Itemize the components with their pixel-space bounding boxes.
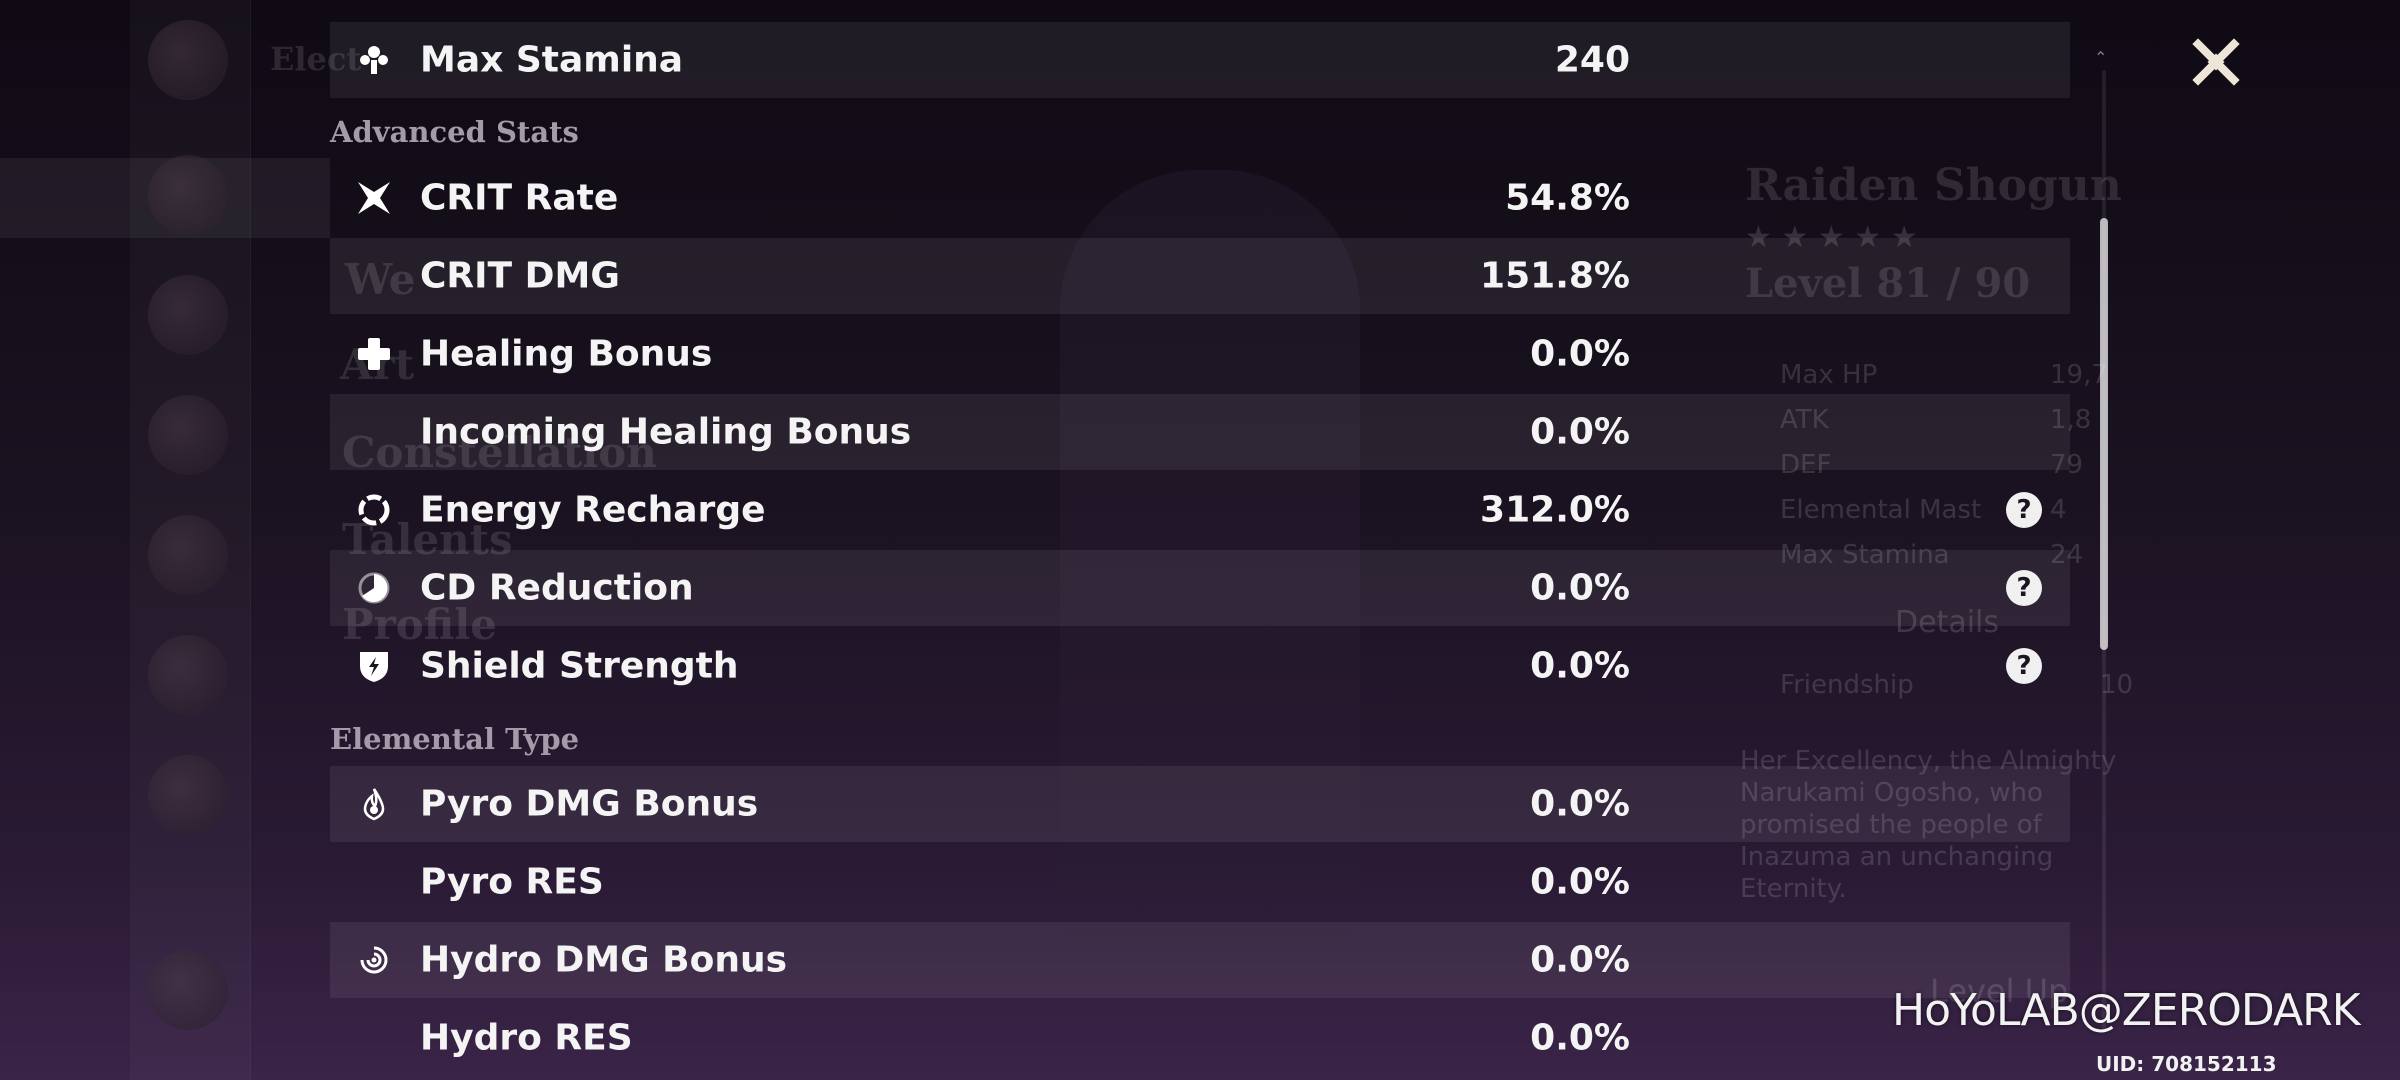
stat-row-hydro-res: Hydro RES 0.0%: [330, 1000, 2070, 1076]
shield-icon: [354, 646, 394, 686]
stat-label: CD Reduction: [420, 567, 694, 609]
avatar: [148, 20, 228, 100]
help-icon[interactable]: ?: [2006, 492, 2042, 528]
stat-value: 0.0%: [1530, 567, 1630, 609]
stat-label: Energy Recharge: [420, 489, 766, 531]
avatar: [148, 275, 228, 355]
stat-value: 240: [1554, 39, 1630, 81]
scroll-up-arrow-icon[interactable]: ⌃: [2094, 48, 2114, 67]
stat-row-healing-bonus: Healing Bonus 0.0%: [330, 316, 2070, 392]
close-icon: [2192, 38, 2240, 86]
stat-row-incoming-healing-bonus: Incoming Healing Bonus 0.0%: [330, 394, 2070, 470]
stat-row-crit-rate: CRIT Rate 54.8%: [330, 160, 2070, 236]
stat-value: 0.0%: [1530, 783, 1630, 825]
hydro-icon: [354, 940, 394, 980]
stat-row-crit-dmg: CRIT DMG 151.8%: [330, 238, 2070, 314]
healing-cross-icon: [354, 334, 394, 374]
stat-value: 151.8%: [1480, 255, 1630, 297]
avatar: [148, 755, 228, 835]
stat-value: 0.0%: [1530, 939, 1630, 981]
avatar: [148, 515, 228, 595]
stat-row-pyro-res: Pyro RES 0.0%: [330, 844, 2070, 920]
section-header-elemental-type: Elemental Type: [330, 722, 580, 756]
stat-label: Incoming Healing Bonus: [420, 411, 912, 453]
scrollbar-thumb[interactable]: [2100, 218, 2108, 650]
stat-row-hydro-dmg-bonus: Hydro DMG Bonus 0.0%: [330, 922, 2070, 998]
pyro-icon: [354, 784, 394, 824]
stat-row-energy-recharge: Energy Recharge 312.0% ?: [330, 472, 2070, 548]
stat-label: Healing Bonus: [420, 333, 713, 375]
avatar: [148, 395, 228, 475]
help-icon[interactable]: ?: [2006, 570, 2042, 606]
stat-value: 0.0%: [1530, 411, 1630, 453]
stat-value: 312.0%: [1480, 489, 1630, 531]
stat-row-cd-reduction: CD Reduction 0.0% ?: [330, 550, 2070, 626]
stat-label: Max Stamina: [420, 39, 684, 81]
close-button[interactable]: [2188, 34, 2244, 90]
energy-recharge-icon: [354, 490, 394, 530]
crit-rate-icon: [354, 178, 394, 218]
stat-value: 0.0%: [1530, 1017, 1630, 1059]
stat-label: Pyro RES: [420, 861, 604, 903]
stamina-icon: [354, 40, 394, 80]
stat-label: Pyro DMG Bonus: [420, 783, 759, 825]
watermark-text: HoYoLAB@ZERODARK: [1892, 985, 2361, 1036]
stat-value: 0.0%: [1530, 333, 1630, 375]
menu-grid-icon: [148, 950, 228, 1030]
cd-reduction-icon: [354, 568, 394, 608]
stat-label: Hydro RES: [420, 1017, 633, 1059]
stat-label: Shield Strength: [420, 645, 739, 687]
uid-text: UID: 708152113: [2096, 1052, 2277, 1076]
stat-row-pyro-dmg-bonus: Pyro DMG Bonus 0.0%: [330, 766, 2070, 842]
stat-value: 0.0%: [1530, 861, 1630, 903]
stat-value: 0.0%: [1530, 645, 1630, 687]
stat-row-shield-strength: Shield Strength 0.0% ?: [330, 628, 2070, 704]
stat-value: 54.8%: [1505, 177, 1630, 219]
stat-label: CRIT Rate: [420, 177, 619, 219]
stat-label: Hydro DMG Bonus: [420, 939, 788, 981]
avatar: [148, 635, 228, 715]
avatar: [148, 155, 228, 235]
stat-label: CRIT DMG: [420, 255, 620, 297]
stat-row-max-stamina: Max Stamina 240: [330, 22, 2070, 98]
section-header-advanced-stats: Advanced Stats: [330, 115, 579, 149]
attributes-detail-panel: Max Stamina 240 Advanced Stats CRIT Rate…: [330, 0, 2070, 1080]
help-icon[interactable]: ?: [2006, 648, 2042, 684]
